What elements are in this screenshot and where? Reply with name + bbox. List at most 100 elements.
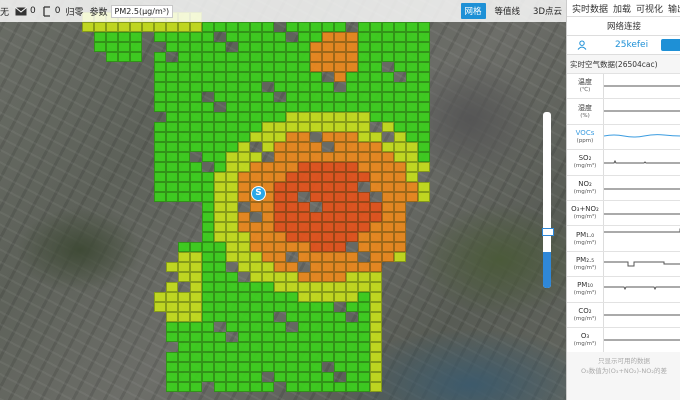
grid-cell <box>238 332 250 342</box>
grid-cell <box>214 272 226 282</box>
grid-cell <box>394 172 406 182</box>
tab-3d-pointcloud[interactable]: 3D点云 <box>529 3 566 19</box>
grid-cell <box>250 372 262 382</box>
menu-realtime-data[interactable]: 实时数据 <box>572 2 608 15</box>
grid-cell <box>202 322 214 332</box>
user-row: 25kefei <box>567 36 680 55</box>
grid-cell <box>286 122 298 132</box>
grid-cell <box>286 212 298 222</box>
grid-cell <box>418 72 430 82</box>
grid-cell <box>358 332 370 342</box>
grid-cell <box>322 112 334 122</box>
grid-cell <box>370 252 382 262</box>
grid-cell <box>178 52 190 62</box>
grid-cell <box>274 82 286 92</box>
grid-cell <box>274 132 286 142</box>
grid-cell <box>346 352 358 362</box>
grid-cell <box>382 232 394 242</box>
grid-cell <box>298 242 310 252</box>
grid-cell <box>274 352 286 362</box>
grid-cell <box>250 102 262 112</box>
grid-cell <box>334 212 346 222</box>
pm25-grid-layer <box>0 0 566 400</box>
toolbar-item-reset[interactable]: 0 归零 <box>42 5 84 18</box>
grid-cell <box>178 162 190 172</box>
grid-cell <box>370 22 382 32</box>
grid-cell <box>226 242 238 252</box>
sensor-name: PM₁.₀ <box>575 230 595 239</box>
grid-cell <box>178 272 190 282</box>
menu-output[interactable]: 输出 <box>668 2 680 15</box>
sensor-name: 湿度 <box>578 103 592 112</box>
grid-cell <box>286 312 298 322</box>
grid-cell <box>298 92 310 102</box>
grid-cell <box>418 52 430 62</box>
sensor-sparkline <box>603 277 680 302</box>
zoom-slider-thumb[interactable] <box>542 228 554 236</box>
tab-grid[interactable]: 网格 <box>460 3 486 19</box>
sensor-sparkline <box>603 302 680 327</box>
grid-cell <box>178 32 190 42</box>
grid-cell <box>274 232 286 242</box>
footer-note: 只显示可用的数据 O₃数值为(O₃+NO₂)-NO₂的差 <box>567 352 680 376</box>
grid-cell <box>190 312 202 322</box>
toolbar-item-mail[interactable]: 0 <box>15 6 36 16</box>
grid-cell <box>286 92 298 102</box>
grid-cell <box>106 32 118 42</box>
grid-cell <box>178 342 190 352</box>
param-select[interactable]: PM2.5(μg/m³) <box>110 4 174 18</box>
grid-cell <box>406 142 418 152</box>
grid-cell <box>166 302 178 312</box>
grid-cell <box>238 132 250 142</box>
param-selector[interactable]: 参数 PM2.5(μg/m³) <box>89 4 174 18</box>
grid-cell <box>226 102 238 112</box>
station-marker[interactable]: S <box>251 186 266 201</box>
grid-cell <box>298 232 310 242</box>
grid-cell <box>262 232 274 242</box>
grid-cell <box>382 162 394 172</box>
grid-cell <box>106 42 118 52</box>
grid-cell <box>202 202 214 212</box>
grid-cell <box>238 232 250 242</box>
grid-cell <box>406 162 418 172</box>
sensor-unit: (mg/m³) <box>573 315 597 322</box>
grid-cell <box>250 82 262 92</box>
grid-cell <box>130 32 142 42</box>
grid-cell <box>322 102 334 112</box>
grid-cell <box>190 372 202 382</box>
grid-cell <box>214 302 226 312</box>
grid-cell <box>358 322 370 332</box>
param-label: 参数 <box>89 7 108 18</box>
zoom-slider[interactable] <box>542 112 554 288</box>
grid-cell <box>346 222 358 232</box>
grid-cell <box>226 112 238 122</box>
grid-cell <box>214 252 226 262</box>
grid-cell <box>214 362 226 372</box>
grid-cell <box>214 332 226 342</box>
grid-cell <box>310 172 322 182</box>
grid-cell <box>262 362 274 372</box>
grid-cell <box>322 212 334 222</box>
grid-cell <box>394 132 406 142</box>
toolbar-item-none[interactable]: 无 <box>0 5 9 18</box>
grid-cell <box>382 122 394 132</box>
grid-cell <box>310 62 322 72</box>
grid-cell <box>418 162 430 172</box>
grid-cell <box>226 52 238 62</box>
grid-cell <box>406 72 418 82</box>
grid-cell <box>346 332 358 342</box>
grid-cell <box>166 352 178 362</box>
map-view[interactable]: S 无 0 0 归零 参数 PM2.5(μg/m³) 网格 等值线 3D点云 <box>0 0 566 400</box>
grid-cell <box>214 262 226 272</box>
grid-cell <box>214 142 226 152</box>
menu-visualize[interactable]: 可视化 <box>636 2 663 15</box>
grid-cell <box>382 192 394 202</box>
grid-cell <box>334 182 346 192</box>
tab-contour[interactable]: 等值线 <box>491 3 525 19</box>
grid-cell <box>298 252 310 262</box>
connect-button[interactable] <box>661 39 680 51</box>
grid-cell <box>178 262 190 272</box>
menu-load[interactable]: 加载 <box>613 2 631 15</box>
grid-cell <box>334 22 346 32</box>
grid-cell <box>262 382 274 392</box>
